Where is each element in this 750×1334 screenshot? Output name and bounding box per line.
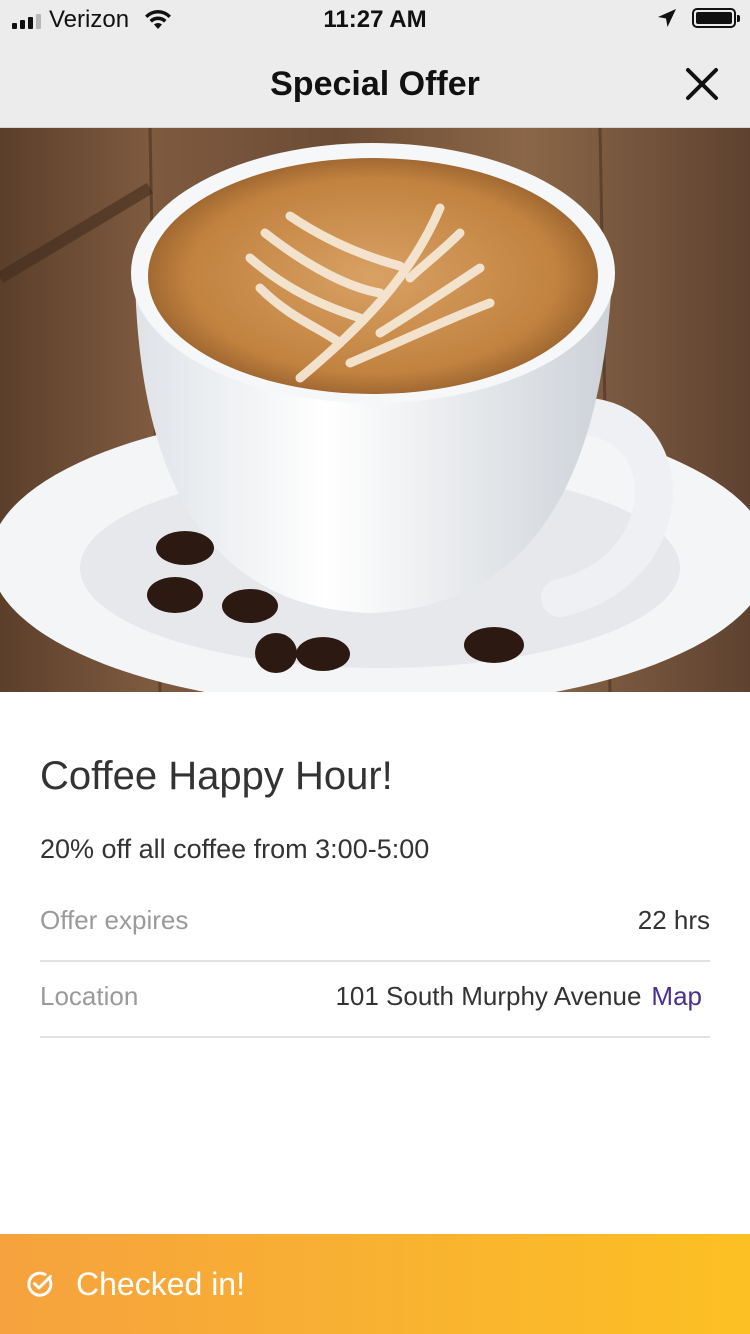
close-icon[interactable] bbox=[682, 64, 722, 104]
checked-in-banner[interactable]: Checked in! bbox=[0, 1234, 750, 1334]
status-right bbox=[656, 7, 740, 29]
offer-expires-label: Offer expires bbox=[40, 905, 189, 935]
status-bar: Verizon 11:27 AM bbox=[0, 0, 750, 40]
offer-title: Coffee Happy Hour! bbox=[40, 754, 393, 798]
offer-expires-row: Offer expires 22 hrs bbox=[40, 886, 710, 962]
coffee-cup-illustration bbox=[0, 128, 750, 692]
checked-in-label: Checked in! bbox=[76, 1266, 245, 1302]
location-value: 101 South Murphy Avenue Map bbox=[335, 980, 702, 1012]
offer-expires-value: 22 hrs bbox=[638, 904, 710, 936]
offer-image bbox=[0, 128, 750, 692]
check-circle-icon bbox=[27, 1271, 53, 1297]
location-arrow-icon bbox=[658, 9, 676, 27]
location-address: 101 South Murphy Avenue bbox=[335, 981, 642, 1011]
location-label: Location bbox=[40, 981, 139, 1011]
location-row: Location 101 South Murphy Avenue Map bbox=[40, 962, 710, 1038]
battery-fill bbox=[696, 12, 732, 24]
battery-icon bbox=[692, 8, 740, 28]
navigation-bar: Special Offer bbox=[0, 40, 750, 128]
offer-description: 20% off all coffee from 3:00-5:00 bbox=[40, 834, 430, 864]
map-link[interactable]: Map bbox=[651, 980, 702, 1012]
expires-value-text: 22 hrs bbox=[637, 905, 710, 935]
page-title: Special Offer bbox=[270, 65, 480, 103]
status-time: 11:27 AM bbox=[323, 6, 427, 33]
